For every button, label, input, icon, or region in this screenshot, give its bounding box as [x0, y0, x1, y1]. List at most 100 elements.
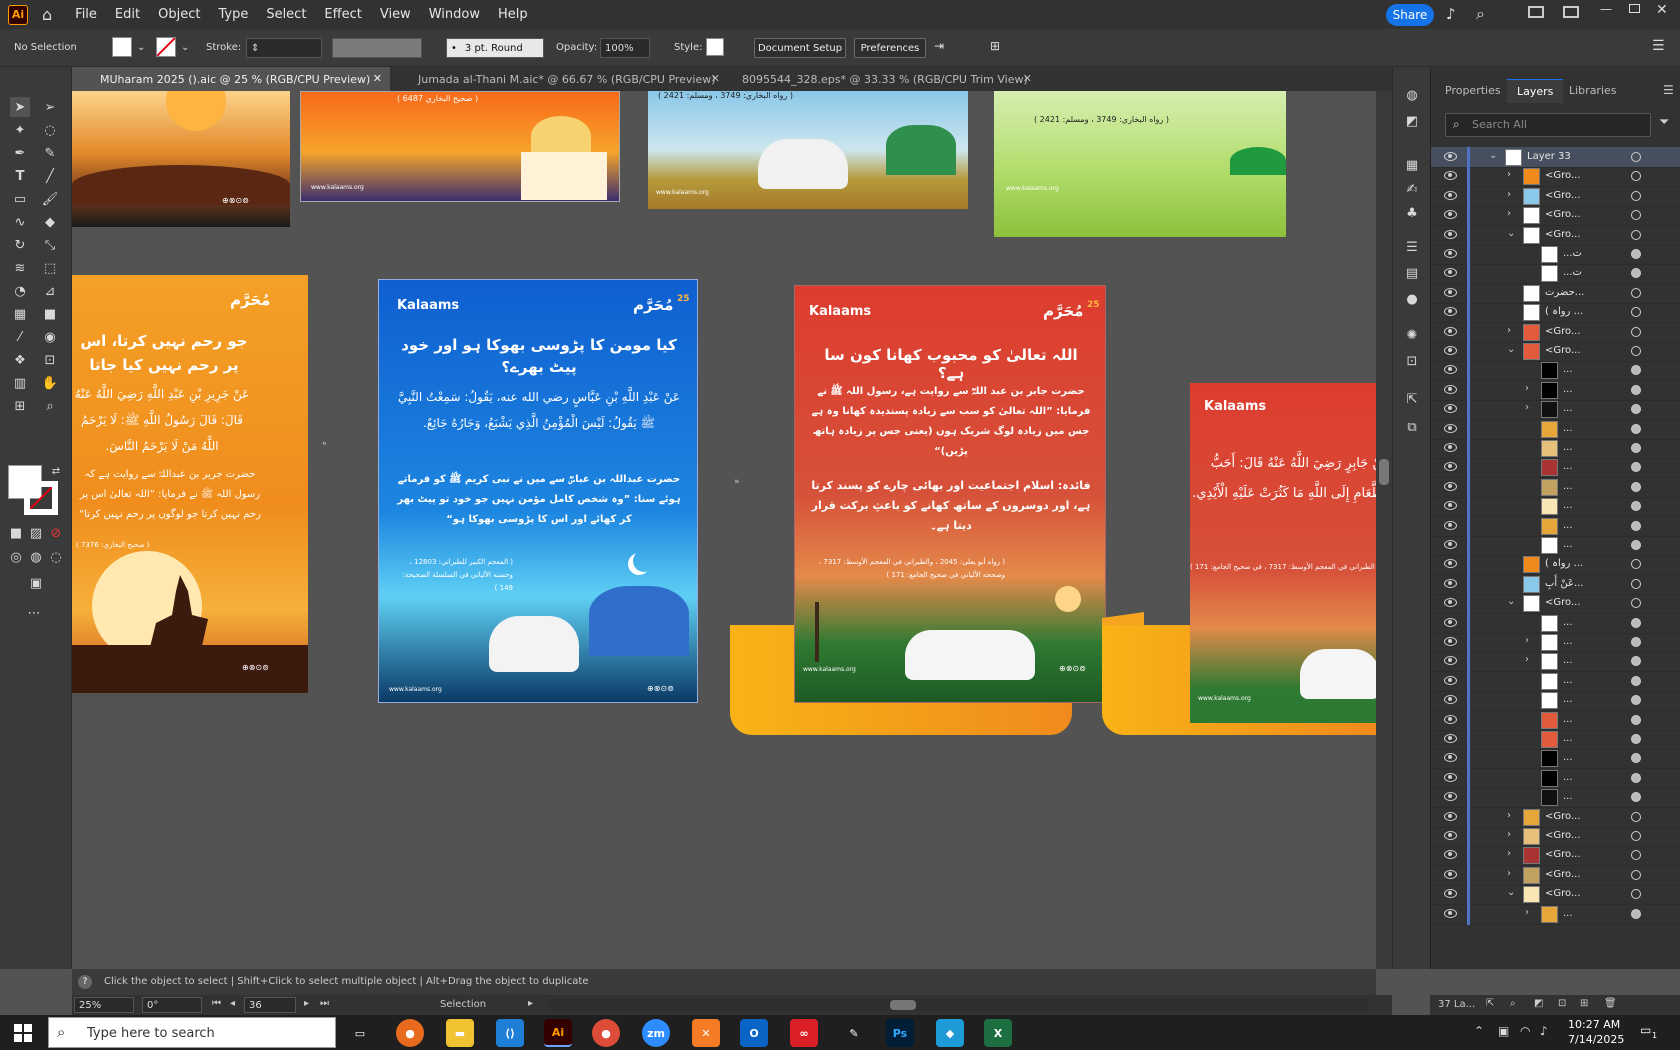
visibility-eye-icon[interactable] [1444, 637, 1457, 646]
visibility-eye-icon[interactable] [1444, 462, 1457, 472]
layer-row[interactable]: ... [1431, 612, 1680, 634]
target-circle-icon[interactable] [1631, 326, 1641, 337]
tray-chevron-icon[interactable]: ⌃ [1474, 1024, 1484, 1038]
export-icon[interactable]: ⇱ [1402, 389, 1422, 409]
menu-help[interactable]: Help [489, 7, 537, 22]
vertical-scrollbar[interactable] [1376, 91, 1392, 969]
layer-row[interactable]: ... [1431, 709, 1680, 731]
visibility-eye-icon[interactable] [1444, 753, 1457, 763]
target-circle-icon[interactable] [1631, 210, 1641, 221]
visibility-eye-icon[interactable] [1444, 481, 1457, 491]
layer-name[interactable]: <Gro... [1545, 830, 1581, 841]
layer-name[interactable]: حضرت... [1545, 287, 1584, 298]
target-circle-icon[interactable] [1631, 792, 1641, 803]
new-layer-icon[interactable]: ⊞ [1580, 998, 1588, 1009]
close-tab-icon[interactable]: ✕ [373, 72, 382, 85]
layer-row[interactable]: ⌄ <Gro... [1431, 593, 1680, 615]
target-circle-icon[interactable] [1631, 753, 1641, 764]
visibility-eye-icon[interactable] [1444, 734, 1457, 743]
volume-icon[interactable]: ♪ [1540, 1024, 1548, 1038]
target-circle-icon[interactable] [1631, 908, 1641, 919]
panel-options-icon[interactable]: ☰ [1652, 38, 1665, 54]
layer-name[interactable]: <Gro... [1545, 209, 1581, 220]
target-circle-icon[interactable] [1631, 540, 1641, 550]
layer-name[interactable]: Layer 33 [1527, 151, 1571, 162]
visibility-eye-icon[interactable] [1444, 869, 1457, 879]
expand-arrow-icon[interactable]: › [1507, 325, 1511, 336]
layer-row[interactable]: ›... [1431, 379, 1680, 401]
layer-name[interactable]: ... [1563, 675, 1573, 686]
panel-menu-icon[interactable]: ☰ [1663, 83, 1674, 97]
layer-row[interactable]: ... [1431, 670, 1680, 692]
target-circle-icon[interactable] [1631, 811, 1641, 822]
arrange-documents-icon[interactable] [1528, 6, 1544, 18]
blend-tool-icon[interactable]: ◉ [40, 327, 60, 347]
visibility-eye-icon[interactable] [1444, 831, 1457, 840]
layer-row[interactable]: ...ت [1431, 263, 1680, 285]
layer-row[interactable]: ... [1431, 535, 1680, 556]
vscode-icon[interactable]: ⟨⟩ [496, 1019, 524, 1047]
layer-name[interactable]: ... [1563, 403, 1573, 414]
expand-arrow-icon[interactable]: ⌄ [1489, 150, 1497, 161]
symbol-sprayer-icon[interactable]: ❖ [10, 350, 30, 370]
artboard-blue[interactable]: Kalaams مُحَرَّم 25 کیا مومن کا پڑوسی بھ… [378, 279, 698, 703]
minimize-icon[interactable]: — [1600, 2, 1612, 16]
layer-name[interactable]: ... [1563, 655, 1573, 666]
file-explorer-icon[interactable]: ▬ [446, 1019, 474, 1047]
visibility-eye-icon[interactable] [1444, 326, 1457, 336]
notification-icon[interactable]: ▭ [1640, 1023, 1651, 1037]
stroke-dropdown-icon[interactable]: ⌄ [181, 42, 189, 53]
type-tool-icon[interactable]: T [10, 166, 30, 186]
layer-row[interactable]: عَنْ أَبِ... [1431, 573, 1680, 595]
visibility-eye-icon[interactable] [1444, 695, 1457, 705]
target-circle-icon[interactable] [1631, 714, 1641, 725]
layer-name[interactable]: <Gro... [1545, 326, 1581, 337]
target-circle-icon[interactable] [1631, 307, 1641, 318]
excel-icon[interactable]: X [984, 1019, 1012, 1047]
layer-row[interactable]: › <Gro... [1431, 321, 1680, 343]
shape-builder-icon[interactable]: ◔ [10, 281, 30, 301]
visibility-eye-icon[interactable] [1444, 171, 1457, 181]
tab-layers[interactable]: Layers [1507, 79, 1564, 103]
rotate-tool-icon[interactable]: ↻ [10, 235, 30, 255]
visibility-eye-icon[interactable] [1444, 889, 1457, 899]
layer-name[interactable]: <Gro... [1545, 170, 1581, 181]
visibility-eye-icon[interactable] [1444, 675, 1457, 685]
restore-icon[interactable] [1629, 4, 1640, 13]
layer-name[interactable]: ... [1563, 364, 1573, 375]
tab-eps[interactable]: 8095544_328.eps* @ 33.33 % (RGB/CPU Trim… [728, 67, 1040, 91]
filter-icon[interactable]: ⏷ [1659, 115, 1669, 130]
fill-dropdown-icon[interactable]: ⌄ [137, 42, 145, 53]
task-view-icon[interactable]: ▭ [346, 1019, 374, 1047]
visibility-eye-icon[interactable] [1444, 346, 1457, 355]
layer-row[interactable]: › <Gro... [1431, 845, 1680, 867]
menu-type[interactable]: Type [209, 7, 257, 22]
visibility-eye-icon[interactable] [1444, 540, 1457, 549]
delete-layer-icon[interactable]: 🗑 [1604, 998, 1617, 1009]
locate-object-icon[interactable]: ⌕ [1510, 998, 1516, 1009]
draw-inside-icon[interactable]: ◌ [46, 547, 66, 567]
magic-wand-icon[interactable]: ✦ [10, 120, 30, 140]
visibility-eye-icon[interactable] [1444, 656, 1457, 666]
expand-arrow-icon[interactable]: › [1525, 654, 1529, 665]
target-circle-icon[interactable] [1631, 520, 1641, 531]
target-circle-icon[interactable] [1631, 268, 1641, 279]
visibility-eye-icon[interactable] [1444, 908, 1457, 918]
target-circle-icon[interactable] [1631, 287, 1641, 298]
layer-row[interactable]: ( رواہ ... [1431, 302, 1680, 324]
hand-tool-icon[interactable]: ✋ [40, 373, 60, 393]
style-swatch[interactable] [706, 38, 724, 56]
layer-row[interactable]: ... [1431, 418, 1680, 440]
slice-tool-icon[interactable]: ⊡ [40, 350, 60, 370]
draw-behind-icon[interactable]: ◍ [26, 547, 46, 567]
scroll-thumb[interactable] [1379, 459, 1389, 485]
layer-row[interactable]: ... [1431, 748, 1680, 770]
tab-muharam[interactable]: MUharam 2025 ().aic @ 25 % (RGB/CPU Prev… [72, 67, 390, 91]
transparency-icon[interactable]: ● [1402, 289, 1422, 309]
start-icon[interactable] [14, 1024, 32, 1042]
new-sublayer-icon[interactable]: ⊡ [1558, 998, 1566, 1009]
expand-arrow-icon[interactable]: ⌄ [1507, 228, 1515, 239]
layer-name[interactable]: <Gro... [1545, 811, 1581, 822]
target-circle-icon[interactable] [1631, 501, 1641, 512]
pen-tool-icon[interactable]: ✒ [10, 143, 30, 163]
